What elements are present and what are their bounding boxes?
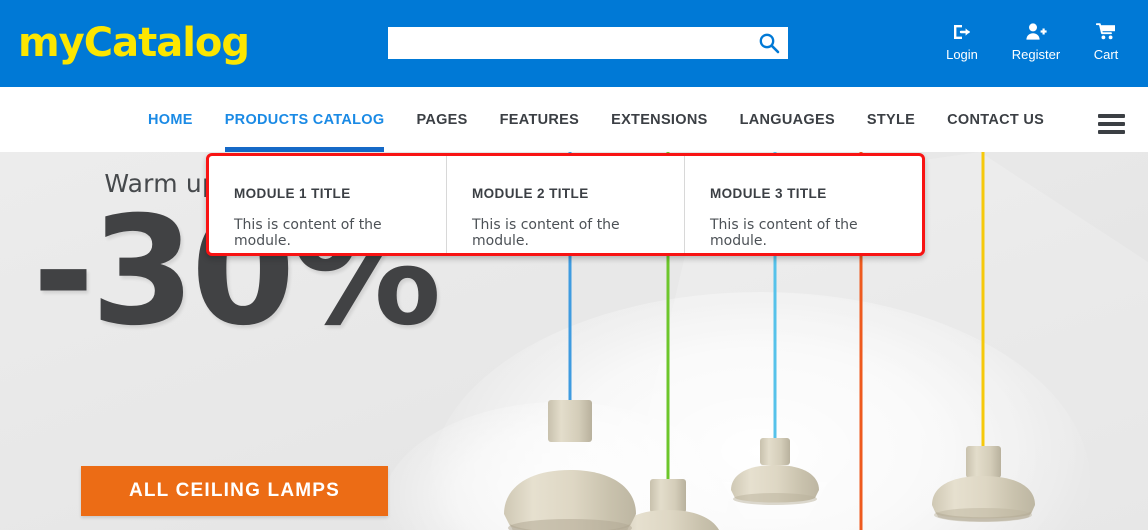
nav-item-style[interactable]: STYLE (867, 87, 915, 152)
cart-label: Cart (1093, 47, 1119, 62)
register-button[interactable]: Register (999, 22, 1073, 63)
nav-item-languages[interactable]: LANGUAGES (740, 87, 835, 152)
nav-item-home[interactable]: HOME (148, 87, 193, 152)
module-title: MODULE 2 TITLE (472, 186, 589, 201)
shopping-cart-icon (1078, 22, 1134, 44)
products-catalog-megamenu: MODULE 1 TITLE This is content of the mo… (206, 153, 925, 256)
user-plus-icon (999, 22, 1073, 44)
module-title: MODULE 3 TITLE (710, 186, 827, 201)
nav-item-contact-us[interactable]: CONTACT US (947, 87, 1044, 152)
megamenu-column-3[interactable]: MODULE 3 TITLE This is content of the mo… (685, 156, 922, 253)
site-header: myCatalog Login Register Cart (0, 0, 1148, 87)
module-title: MODULE 1 TITLE (234, 186, 351, 201)
sign-in-icon (925, 22, 999, 44)
hamburger-bar (1098, 114, 1125, 118)
megamenu-column-2[interactable]: MODULE 2 TITLE This is content of the mo… (447, 156, 685, 253)
search-icon (759, 33, 780, 54)
login-label: Login (946, 47, 978, 62)
nav-item-pages[interactable]: PAGES (416, 87, 467, 152)
module-body: This is content of the module. (472, 217, 620, 249)
cart-button[interactable]: Cart (1078, 22, 1134, 63)
nav-item-features[interactable]: FEATURES (500, 87, 579, 152)
nav-item-products-catalog[interactable]: PRODUCTS CATALOG (224, 87, 385, 152)
nav-item-extensions[interactable]: EXTENSIONS (611, 87, 707, 152)
search-button[interactable] (754, 30, 784, 56)
page-root: myCatalog Login Register Cart HOME PRODU… (0, 0, 1148, 530)
hamburger-menu-icon[interactable] (1098, 114, 1125, 134)
module-body: This is content of the module. (710, 217, 858, 249)
register-label: Register (1011, 47, 1061, 62)
main-navigation: HOME PRODUCTS CATALOG PAGES FEATURES EXT… (0, 87, 1148, 152)
all-ceiling-lamps-button[interactable]: ALL CEILING LAMPS (81, 466, 388, 516)
nav-list: HOME PRODUCTS CATALOG PAGES FEATURES EXT… (148, 87, 1076, 152)
hamburger-bar (1098, 122, 1125, 126)
megamenu-column-1[interactable]: MODULE 1 TITLE This is content of the mo… (209, 156, 447, 253)
module-body: This is content of the module. (234, 217, 382, 249)
search-box (388, 27, 788, 59)
search-input[interactable] (388, 27, 748, 59)
site-logo[interactable]: myCatalog (18, 19, 250, 67)
hamburger-bar (1098, 130, 1125, 134)
login-button[interactable]: Login (925, 22, 999, 63)
